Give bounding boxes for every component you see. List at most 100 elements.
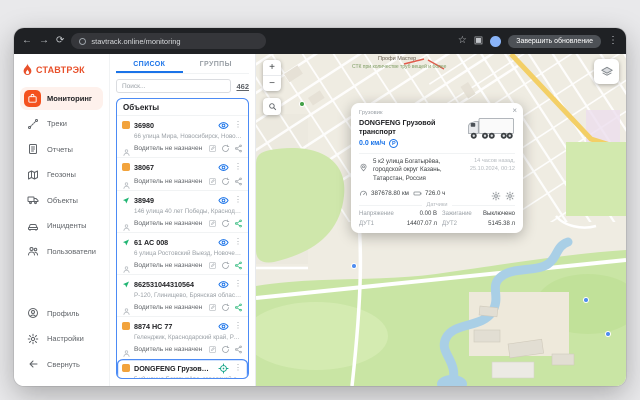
object-list-item[interactable]: DONGFENG Грузовой транспорт⋮5 к2 улица Б…: [117, 358, 248, 378]
vehicle-title: DONGFENG Грузовой транспорт: [359, 118, 461, 136]
site-info-icon[interactable]: [79, 38, 86, 45]
sidebar-item-objects[interactable]: Объекты: [20, 189, 103, 212]
layers-icon: [600, 65, 614, 79]
object-list-item[interactable]: 38067⋮Водитель не назначен: [117, 157, 248, 190]
map-layers-button[interactable]: [594, 59, 619, 84]
bookmark-star-icon[interactable]: ☆: [458, 36, 467, 46]
route-share-icon[interactable]: [233, 176, 243, 186]
visibility-eye-icon[interactable]: [217, 161, 229, 173]
tab-groups[interactable]: ГРУППЫ: [183, 59, 250, 73]
item-menu-icon[interactable]: ⋮: [233, 280, 243, 288]
extensions-icon[interactable]: ▣: [474, 36, 483, 46]
visibility-eye-icon[interactable]: [217, 320, 229, 332]
address-bar[interactable]: stavtrack.online/monitoring: [71, 33, 265, 49]
route-share-icon[interactable]: [233, 143, 243, 153]
object-list-item[interactable]: 8874 НС 77⋮Геленджик, Краснодарский край…: [117, 316, 248, 358]
object-title: 38067: [134, 163, 213, 172]
settings-gear-icon[interactable]: [505, 188, 515, 198]
route-share-icon[interactable]: [233, 302, 243, 312]
sidebar-item-profile[interactable]: Профиль: [20, 302, 103, 325]
visibility-eye-icon[interactable]: [217, 236, 229, 248]
track-replay-icon[interactable]: [220, 302, 230, 312]
sidebar-item-reports[interactable]: Отчеты: [20, 138, 103, 161]
object-title: 61 АС 008: [134, 238, 213, 247]
browser-menu-icon[interactable]: ⋮: [608, 36, 618, 46]
settings-icon: [24, 330, 41, 347]
sidebar-item-incidents[interactable]: Инциденты: [20, 214, 103, 237]
truck-image: [467, 116, 515, 142]
sensor-value: Выключено: [477, 211, 515, 217]
sidebar-item-tracks[interactable]: Треки: [20, 112, 103, 135]
route-share-icon[interactable]: [233, 218, 243, 228]
zoom-in-button[interactable]: +: [263, 60, 281, 75]
track-replay-icon[interactable]: [220, 218, 230, 228]
locate-target-icon[interactable]: [217, 362, 229, 374]
driver-status: Водитель не назначен: [134, 304, 204, 311]
sidebar-item-label: Профиль: [47, 309, 79, 318]
driver-status: Водитель не назначен: [134, 346, 204, 353]
search-input[interactable]: [116, 79, 231, 93]
visibility-eye-icon[interactable]: [217, 119, 229, 131]
item-menu-icon[interactable]: ⋮: [233, 322, 243, 330]
sensors-header: Датчики: [359, 202, 515, 208]
vehicle-popup: × Грузовик DONGFENG Грузовой транспорт 0…: [351, 103, 523, 233]
driver-person-icon: [122, 219, 131, 228]
sensors-settings-icon[interactable]: [491, 188, 501, 198]
track-replay-icon[interactable]: [220, 344, 230, 354]
poi-dot-green: [300, 102, 304, 106]
app-logo[interactable]: СТАВТРЭК: [20, 61, 103, 84]
edit-note-icon[interactable]: [207, 302, 217, 312]
track-replay-icon[interactable]: [220, 260, 230, 270]
location-pin-icon: [359, 158, 369, 183]
reload-icon[interactable]: ⟳: [56, 36, 64, 46]
sidebar-item-users[interactable]: Пользователи: [20, 240, 103, 263]
edit-note-icon[interactable]: [207, 344, 217, 354]
sidebar-item-label: Свернуть: [47, 360, 80, 369]
edit-note-icon[interactable]: [207, 143, 217, 153]
tab-list[interactable]: СПИСОК: [116, 59, 183, 73]
track-replay-icon[interactable]: [220, 143, 230, 153]
track-replay-icon[interactable]: [220, 176, 230, 186]
objects-list: 36980⋮66 улица Мира, Новосибирск, Новоси…: [117, 115, 248, 378]
status-parked-icon: [122, 163, 130, 171]
item-menu-icon[interactable]: ⋮: [233, 238, 243, 246]
visibility-eye-icon[interactable]: [217, 194, 229, 206]
visibility-eye-icon[interactable]: [217, 278, 229, 290]
app-content: СТАВТРЭК Мониторинг Треки ОтчетыГеозоны Объ…: [14, 54, 626, 386]
sidebar-item-collapse[interactable]: Свернуть: [20, 353, 103, 376]
objects-box: Объекты 36980⋮66 улица Мира, Новосибирск…: [116, 98, 249, 379]
sidebar-item-monitoring[interactable]: Мониторинг: [20, 87, 103, 110]
route-share-icon[interactable]: [233, 260, 243, 270]
zoom-out-button[interactable]: −: [263, 76, 281, 91]
sidebar: СТАВТРЭК Мониторинг Треки ОтчетыГеозоны Объ…: [14, 54, 110, 386]
map-search-button[interactable]: [263, 98, 281, 115]
status-moving-icon: [122, 280, 130, 288]
driver-person-icon: [122, 144, 131, 153]
profile-avatar[interactable]: [490, 36, 501, 47]
close-icon[interactable]: ×: [512, 106, 517, 115]
odometer-icon: [359, 189, 368, 198]
sensors-title: Датчики: [427, 202, 448, 208]
item-menu-icon[interactable]: ⋮: [233, 364, 243, 372]
sidebar-item-label: Объекты: [47, 196, 78, 205]
objects-count[interactable]: 462: [236, 82, 249, 91]
object-list-item[interactable]: 61 АС 008⋮6 улица Ростовский Выезд, Ново…: [117, 232, 248, 274]
forward-icon[interactable]: →: [39, 36, 49, 46]
sidebar-item-geofences[interactable]: Геозоны: [20, 163, 103, 186]
sidebar-item-label: Треки: [47, 119, 67, 128]
browser-update-button[interactable]: Завершить обновление: [508, 35, 601, 48]
edit-note-icon[interactable]: [207, 218, 217, 228]
item-menu-icon[interactable]: ⋮: [233, 163, 243, 171]
edit-note-icon[interactable]: [207, 176, 217, 186]
object-list-item[interactable]: 36980⋮66 улица Мира, Новосибирск, Новоси…: [117, 115, 248, 157]
item-menu-icon[interactable]: ⋮: [233, 196, 243, 204]
item-menu-icon[interactable]: ⋮: [233, 121, 243, 129]
object-list-item[interactable]: 862531044310564⋮Р-120, Глинищево, Брянск…: [117, 274, 248, 316]
route-share-icon[interactable]: [233, 344, 243, 354]
object-list-item[interactable]: 38949⋮146 улица 40 лет Победы, Краснодар…: [117, 190, 248, 232]
edit-note-icon[interactable]: [207, 260, 217, 270]
sidebar-item-settings[interactable]: Настройки: [20, 327, 103, 350]
object-address: 146 улица 40 лет Победы, Краснодар, Крас…: [134, 208, 243, 215]
back-icon[interactable]: ←: [22, 36, 32, 46]
map[interactable]: Профи Мастер СТК при количестве труб вещ…: [256, 54, 626, 386]
